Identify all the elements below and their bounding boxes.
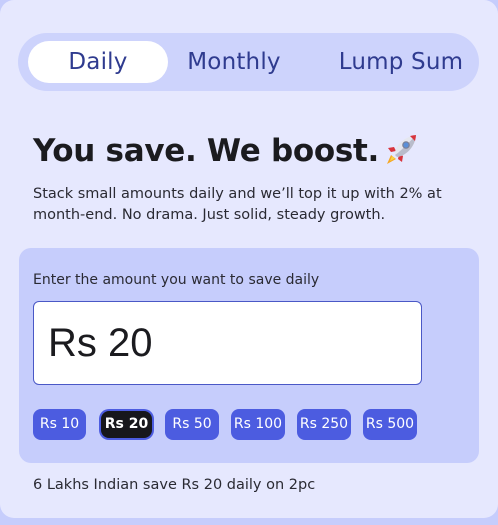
savings-card: Daily Monthly Lump Sum You save. We boos… <box>0 0 498 518</box>
headline-text: You save. We boost. <box>33 133 379 169</box>
quick-amount-50-button[interactable]: Rs 50 <box>165 409 219 440</box>
amount-panel: Enter the amount you want to save daily … <box>19 248 479 463</box>
tab-monthly[interactable]: Monthly <box>168 41 300 83</box>
amount-label: Enter the amount you want to save daily <box>33 272 320 288</box>
quick-amount-20-button[interactable]: Rs 20 <box>101 411 152 438</box>
quick-amount-100-button[interactable]: Rs 100 <box>231 409 285 440</box>
amount-input[interactable] <box>33 301 422 385</box>
rocket-icon <box>385 133 419 165</box>
quick-amount-250-button[interactable]: Rs 250 <box>297 409 351 440</box>
page-title: You save. We boost. <box>33 133 419 169</box>
tab-daily[interactable]: Daily <box>28 41 168 83</box>
description-text: Stack small amounts daily and we’ll top … <box>33 186 442 223</box>
social-proof-text: 6 Lakhs Indian save Rs 20 daily on 2pc <box>33 477 316 493</box>
tab-lump-sum[interactable]: Lump Sum <box>328 41 474 83</box>
quick-amount-500-button[interactable]: Rs 500 <box>363 409 417 440</box>
quick-amount-10-button[interactable]: Rs 10 <box>33 409 86 440</box>
frequency-tabs: Daily Monthly Lump Sum <box>18 33 479 91</box>
